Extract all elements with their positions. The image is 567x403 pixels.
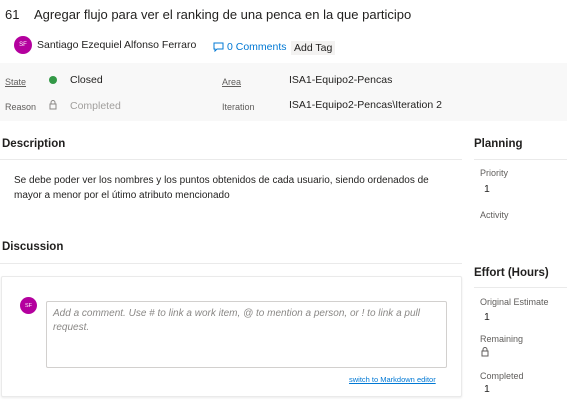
comments-link[interactable]: 0 Comments [213, 41, 287, 53]
effort-heading: Effort (Hours) [474, 267, 549, 279]
reason-value: Completed [70, 100, 121, 112]
comment-placeholder: Add a comment. Use # to link a work item… [53, 308, 420, 333]
discussion-divider [0, 263, 462, 264]
description-text[interactable]: Se debe poder ver los nombres y los punt… [14, 173, 434, 203]
comments-label: 0 Comments [227, 41, 287, 53]
iteration-field[interactable]: ISA1-Equipo2-Pencas\Iteration 2 [289, 99, 442, 111]
owner-name[interactable]: Santiago Ezequiel Alfonso Ferraro [37, 39, 196, 51]
remaining-lock-icon [481, 347, 489, 357]
area-label: Area [222, 77, 242, 87]
comment-icon [213, 42, 224, 52]
reason-label: Reason [5, 102, 37, 112]
description-heading: Description [2, 138, 66, 150]
remaining-label: Remaining [480, 334, 524, 344]
discussion-avatar: SF [20, 297, 37, 314]
original-estimate-label: Original Estimate [480, 297, 549, 307]
activity-label: Activity [480, 210, 509, 220]
priority-field[interactable]: 1 [484, 183, 490, 195]
add-tag-button[interactable]: Add Tag [291, 41, 336, 55]
state-label: State [5, 77, 27, 87]
work-item-title[interactable]: Agregar flujo para ver el ranking de una… [34, 7, 411, 22]
description-divider [0, 159, 462, 160]
discussion-avatar-initials: SF [24, 302, 33, 309]
state-status-dot [49, 76, 57, 84]
work-item-id: 61 [5, 7, 20, 22]
original-estimate-field[interactable]: 1 [484, 311, 490, 323]
details-panel [0, 63, 567, 121]
effort-divider [474, 287, 567, 288]
owner-avatar[interactable]: SF [14, 36, 32, 54]
completed-field[interactable]: 1 [484, 383, 490, 395]
priority-label: Priority [480, 168, 509, 178]
lock-icon [49, 100, 57, 110]
iteration-label: Iteration [222, 102, 255, 112]
state-dropdown[interactable]: Closed [70, 74, 103, 86]
discussion-heading: Discussion [2, 241, 64, 253]
planning-divider [474, 159, 567, 160]
completed-label: Completed [480, 371, 524, 381]
planning-heading: Planning [474, 138, 523, 150]
owner-avatar-initials: SF [19, 42, 27, 48]
markdown-editor-link[interactable]: switch to Markdown editor [349, 375, 436, 384]
area-field[interactable]: ISA1-Equipo2-Pencas [289, 74, 392, 86]
